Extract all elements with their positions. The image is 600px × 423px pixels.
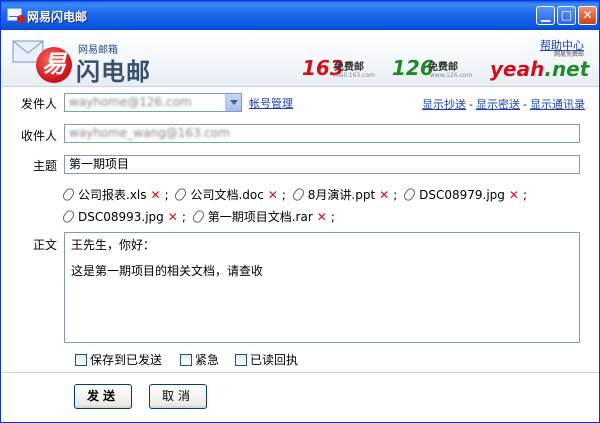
paperclip-icon [190,208,206,225]
attachment-separator: ; [181,210,186,224]
attachment-item[interactable]: DSC08979.jpg ✕; [402,186,527,203]
badge-dot [17,15,25,23]
save-sent-option[interactable]: 保存到已发送 [75,351,162,368]
brand-yeah-tag: 网易免费邮 [554,51,585,58]
delete-icon[interactable]: ✕ [509,188,519,202]
paperclip-icon [61,186,76,203]
paperclip-icon [402,186,418,203]
minimize-button[interactable]: ▁ [536,6,555,25]
attachment-separator: ; [164,188,169,202]
urgent-checkbox[interactable] [180,354,192,366]
read-receipt-label: 已读回执 [250,353,299,367]
body-textarea[interactable]: 王先生，你好： 这是第一期项目的相关文档，请查收 [64,232,580,343]
maximize-button[interactable]: □ [557,6,576,25]
link-separator: - [469,98,473,111]
brand-yeah-word: yeah [490,57,545,81]
urgent-option[interactable]: 紧急 [180,351,219,368]
close-icon: ✕ [582,8,593,22]
subject-input[interactable]: 第一期项目 [64,155,580,174]
paperclip-icon [290,186,306,203]
brand-header: 易 网易邮箱 闪电邮 帮助中心 163 免费邮 mail.163.com 126… [2,30,599,87]
brand-126-url: www.126.com [430,72,473,79]
from-value: wayhome@126.com [69,95,192,109]
attachment-item[interactable]: 第一期项目文档.rar ✕; [190,208,335,225]
brand-163: 163 免费邮 mail.163.com [302,56,375,80]
show-links: 显示抄送 - 显示密送 - 显示通讯录 [422,96,585,112]
attachment-name: DSC08979.jpg [419,188,505,202]
attachment-separator: ; [393,188,398,202]
attachment-name: 公司文档.doc [190,188,264,202]
body-line: 王先生，你好： [71,238,156,252]
brand-163-free: 免费邮 [334,62,364,73]
to-input[interactable]: wayhome_wang@163.com [64,124,580,143]
minimize-icon: ▁ [540,8,551,22]
app-window: 网易闪电邮 ▁ □ ✕ 易 网易邮箱 闪电邮 帮助中心 163 免费邮 mail… [0,0,600,423]
chevron-down-icon[interactable] [225,94,241,111]
attachment-item[interactable]: 公司报表.xls ✕; [61,186,169,203]
read-receipt-option[interactable]: 已读回执 [235,351,298,368]
brand-126: 126 免费邮 www.126.com [392,56,472,80]
attachment-name: 第一期项目文档.rar [207,210,313,224]
paperclip-icon [173,186,189,203]
send-button[interactable]: 发送 [74,384,132,409]
title-bar[interactable]: 网易闪电邮 ▁ □ ✕ [1,1,599,30]
brand-126-free: 免费邮 [428,62,458,73]
from-label: 发件人 [20,97,57,111]
maximize-icon: □ [560,8,573,22]
delete-icon[interactable]: ✕ [317,210,327,224]
delete-icon[interactable]: ✕ [379,188,389,202]
attachment-name: 公司报表.xls [78,188,147,202]
subject-label: 主题 [32,159,57,173]
logo-title: 闪电邮 [76,58,151,86]
netease-logo-icon: 易 [36,47,72,83]
attachment-item[interactable]: 公司文档.doc ✕; [173,186,286,203]
delete-icon[interactable]: ✕ [268,188,278,202]
attachment-name: DSC08993.jpg [78,210,164,224]
close-button[interactable]: ✕ [578,6,597,25]
brand-yeah-net: .net [544,57,590,81]
body-label: 正文 [32,238,57,252]
link-separator: - [522,98,527,111]
window-title: 网易闪电邮 [27,10,88,24]
attachment-separator: ; [330,210,335,224]
brand-yeah: yeah.net 网易免费邮 [490,51,590,81]
attachments-row-1: 公司报表.xls ✕; 公司文档.doc ✕; 8月演讲.ppt ✕; DSC0897… [61,186,531,203]
attachment-separator: ; [281,188,286,202]
attachments-row-2: DSC08993.jpg ✕; 第一期项目文档.rar ✕; [61,208,339,225]
body-line: 这是第一期项目的相关文档，请查收 [71,264,264,278]
urgent-label: 紧急 [195,353,220,367]
subject-value: 第一期项目 [69,157,130,171]
cancel-button[interactable]: 取消 [149,384,207,409]
brand-163-url: mail.163.com [334,72,375,79]
delete-icon[interactable]: ✕ [168,210,178,224]
save-sent-checkbox[interactable] [75,354,87,366]
attachment-name: 8月演讲.ppt [307,188,376,202]
save-sent-label: 保存到已发送 [90,353,163,367]
paperclip-icon [61,208,76,225]
mail-app-icon [7,8,25,23]
to-label: 收件人 [20,129,57,143]
attachment-separator: ; [522,188,527,202]
footer-divider [2,372,599,373]
attachment-item[interactable]: DSC08993.jpg ✕; [61,208,186,225]
show-contacts-link[interactable]: 显示通讯录 [530,98,585,111]
from-select[interactable]: wayhome@126.com [64,93,242,112]
account-manage-link[interactable]: 帐号管理 [249,95,293,111]
read-receipt-checkbox[interactable] [235,354,247,366]
show-bcc-link[interactable]: 显示密送 [476,98,520,111]
show-cc-link[interactable]: 显示抄送 [422,98,466,111]
attachment-item[interactable]: 8月演讲.ppt ✕; [290,186,398,203]
delete-icon[interactable]: ✕ [151,188,161,202]
to-value: wayhome_wang@163.com [69,126,231,140]
